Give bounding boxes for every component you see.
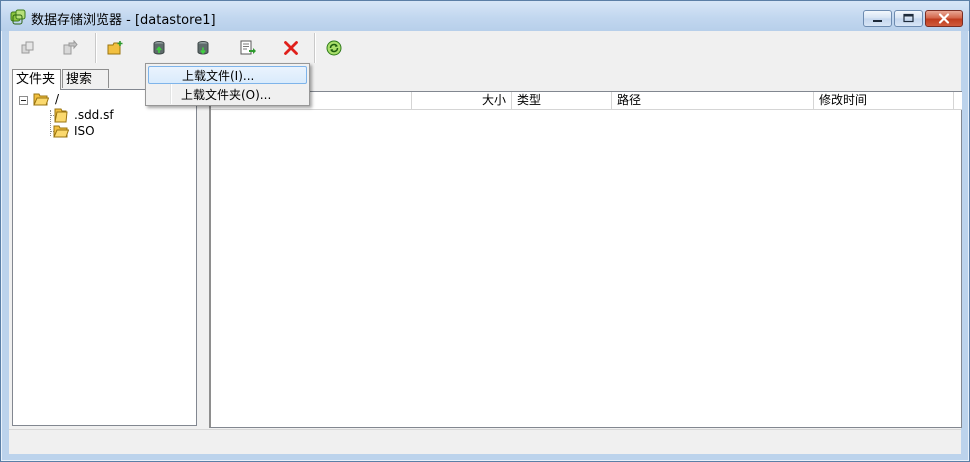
- maximize-icon: [895, 11, 922, 26]
- maximize-button[interactable]: [894, 10, 923, 27]
- client-area: 文件夹 搜索 / .sdd.sf ISO 大小 类型 路径 修改时间 上载文件(…: [9, 31, 962, 454]
- file-list[interactable]: 大小 类型 路径 修改时间: [209, 91, 962, 428]
- menu-item-upload-folder[interactable]: 上载文件夹(O)...: [148, 86, 307, 104]
- close-button[interactable]: [925, 10, 963, 27]
- open-folder-icon: [53, 123, 70, 143]
- pane-splitter[interactable]: [199, 89, 207, 427]
- folder-tree[interactable]: / .sdd.sf ISO: [12, 89, 197, 426]
- collapse-icon[interactable]: [19, 96, 28, 105]
- toolbar-separator: [95, 33, 96, 63]
- minimize-icon: [864, 11, 891, 26]
- column-header-size[interactable]: 大小: [412, 92, 512, 109]
- upload-button[interactable]: [146, 35, 172, 61]
- tree-node-iso[interactable]: ISO: [53, 123, 173, 139]
- move-button[interactable]: [57, 35, 83, 61]
- column-header-path[interactable]: 路径: [612, 92, 814, 109]
- list-header: 大小 类型 路径 修改时间: [211, 92, 962, 110]
- app-icon: [10, 9, 26, 25]
- tab-search[interactable]: 搜索: [62, 69, 109, 88]
- open-folder-icon: [33, 91, 50, 111]
- column-header-modified[interactable]: 修改时间: [814, 92, 954, 109]
- tree-node-label: .sdd.sf: [74, 108, 114, 122]
- toolbar-separator: [314, 33, 315, 63]
- tab-folders[interactable]: 文件夹: [12, 69, 61, 90]
- upload-dropdown-menu: 上载文件(I)... 上载文件夹(O)...: [145, 63, 310, 106]
- register-vm-button[interactable]: [234, 35, 260, 61]
- close-icon: [926, 11, 962, 26]
- copy-button[interactable]: [15, 35, 41, 61]
- menu-item-upload-file[interactable]: 上载文件(I)...: [148, 66, 307, 84]
- tree-node-sdd[interactable]: .sdd.sf: [53, 107, 173, 123]
- delete-button[interactable]: [278, 35, 304, 61]
- download-button[interactable]: [190, 35, 216, 61]
- tree-connector: [50, 110, 51, 136]
- tree-node-label: /: [55, 92, 60, 106]
- window-title: 数据存储浏览器 - [datastore1]: [31, 13, 216, 28]
- new-folder-button[interactable]: [102, 35, 128, 61]
- tree-node-root[interactable]: /: [13, 91, 133, 107]
- title-bar[interactable]: 数据存储浏览器 - [datastore1]: [1, 1, 969, 31]
- tree-node-label: ISO: [74, 124, 95, 138]
- column-header-type[interactable]: 类型: [512, 92, 612, 109]
- datastore-browser-window: 数据存储浏览器 - [datastore1] 文件夹 搜索 / .sdd.sf …: [0, 0, 970, 462]
- refresh-button[interactable]: [321, 35, 347, 61]
- minimize-button[interactable]: [863, 10, 892, 27]
- toolbar: [9, 31, 961, 64]
- status-bar: [9, 429, 961, 454]
